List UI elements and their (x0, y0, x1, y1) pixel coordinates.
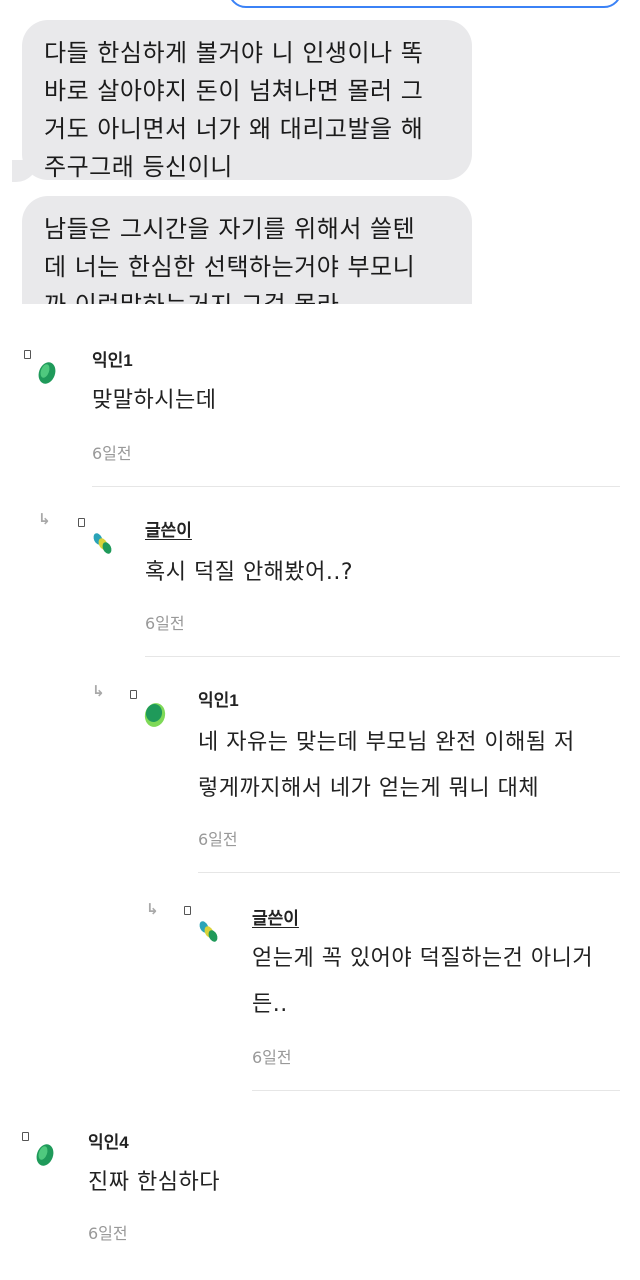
comment-timestamp: 6일전 (145, 614, 185, 633)
comment-body: 맞말하시는데 (92, 378, 216, 424)
reply-arrow-icon: ↳ (92, 682, 105, 700)
avatar-icon (144, 703, 166, 727)
comment-marker-icon (184, 906, 191, 915)
sent-message-bubble-edge (228, 0, 622, 8)
comment-divider (145, 656, 620, 657)
received-message-bubble: 다들 한심하게 볼거야 니 인생이나 똑 바로 살아야지 돈이 넘쳐나면 몰러 … (22, 20, 472, 181)
comment-line: 네 자유는 맞는데 부모님 완전 이해됨 저 (198, 730, 575, 755)
comment-line: 얻는게 꼭 있어야 덕질하는건 아니거 (252, 946, 594, 971)
comment-body: 혹시 덕질 안해봤어..? (145, 550, 353, 596)
message-line: 데 너는 한심한 선택하는거야 부모니 (44, 253, 416, 281)
chat-screenshot: 다들 한심하게 볼거야 니 인생이나 똑 바로 살아야지 돈이 넘쳐나면 몰러 … (0, 0, 640, 304)
comment-marker-icon (24, 350, 31, 359)
comment-author[interactable]: 익인4 (88, 1128, 129, 1153)
comment-author[interactable]: 익인1 (198, 686, 239, 711)
avatar-icon (36, 1144, 54, 1166)
comment-line: 렇게까지해서 네가 얻는게 뭐니 대체 (198, 776, 540, 801)
message-line: 거도 아니면서 너가 왜 대리고발을 해 (44, 115, 424, 143)
comment-divider (92, 486, 620, 487)
comment-reply: ↳ 글쓴이 얻는게 꼭 있어야 덕질하는건 아니거 든.. 6일전 (0, 890, 640, 1090)
comment-marker-icon (130, 690, 137, 699)
comment-reply: ↳ 글쓴이 혹시 덕질 안해봤어..? 6일전 (0, 500, 640, 660)
comment: 익인1 맞말하시는데 6일전 (0, 330, 640, 490)
comment-author-op[interactable]: 글쓴이 (252, 904, 299, 929)
comment-timestamp: 6일전 (252, 1048, 292, 1067)
received-message-bubble: 남들은 그시간을 자기를 위해서 쓸텐 데 너는 한심한 선택하는거야 부모니 … (22, 196, 472, 304)
comment-body: 진짜 한심하다 (88, 1160, 220, 1206)
comment-line: 든.. (252, 992, 288, 1017)
reply-arrow-icon: ↳ (38, 510, 51, 528)
message-line: 까 이런말하는거지 그걸 몰라 (44, 286, 450, 304)
comment-body: 얻는게 꼭 있어야 덕질하는건 아니거 든.. (252, 936, 593, 1028)
comment-author-op[interactable]: 글쓴이 (145, 516, 192, 541)
avatar-icon (199, 921, 218, 942)
comment-line: 혹시 덕질 안해봤어..? (145, 560, 354, 585)
message-line: 남들은 그시간을 자기를 위해서 쓸텐 (44, 215, 416, 243)
comment-timestamp: 6일전 (88, 1224, 128, 1243)
reply-arrow-icon: ↳ (146, 900, 159, 918)
comment-line: 맞말하시는데 (92, 388, 217, 413)
comment-author[interactable]: 익인1 (92, 346, 133, 371)
bubble-tail (12, 160, 38, 182)
comment-reply: ↳ 익인1 네 자유는 맞는데 부모님 완전 이해됨 저 렇게까지해서 네가 얻… (0, 672, 640, 872)
message-line: 바로 살아야지 돈이 넘쳐나면 몰러 그 (44, 77, 424, 105)
comment-marker-icon (78, 518, 85, 527)
avatar-icon (93, 533, 112, 554)
comment-timestamp: 6일전 (198, 830, 238, 849)
comment-marker-icon (22, 1132, 29, 1141)
comment: 익인4 진짜 한심하다 6일전 (0, 1114, 640, 1264)
comment-line: 진짜 한심하다 (88, 1170, 220, 1195)
comment-divider (252, 1090, 620, 1091)
message-line: 다들 한심하게 볼거야 니 인생이나 똑 (44, 39, 424, 67)
message-line: 주구그래 등신이니 (44, 153, 233, 181)
avatar-icon (38, 362, 56, 384)
comment-divider (198, 872, 620, 873)
comment-timestamp: 6일전 (92, 444, 132, 463)
comment-body: 네 자유는 맞는데 부모님 완전 이해됨 저 렇게까지해서 네가 얻는게 뭐니 … (198, 720, 575, 812)
